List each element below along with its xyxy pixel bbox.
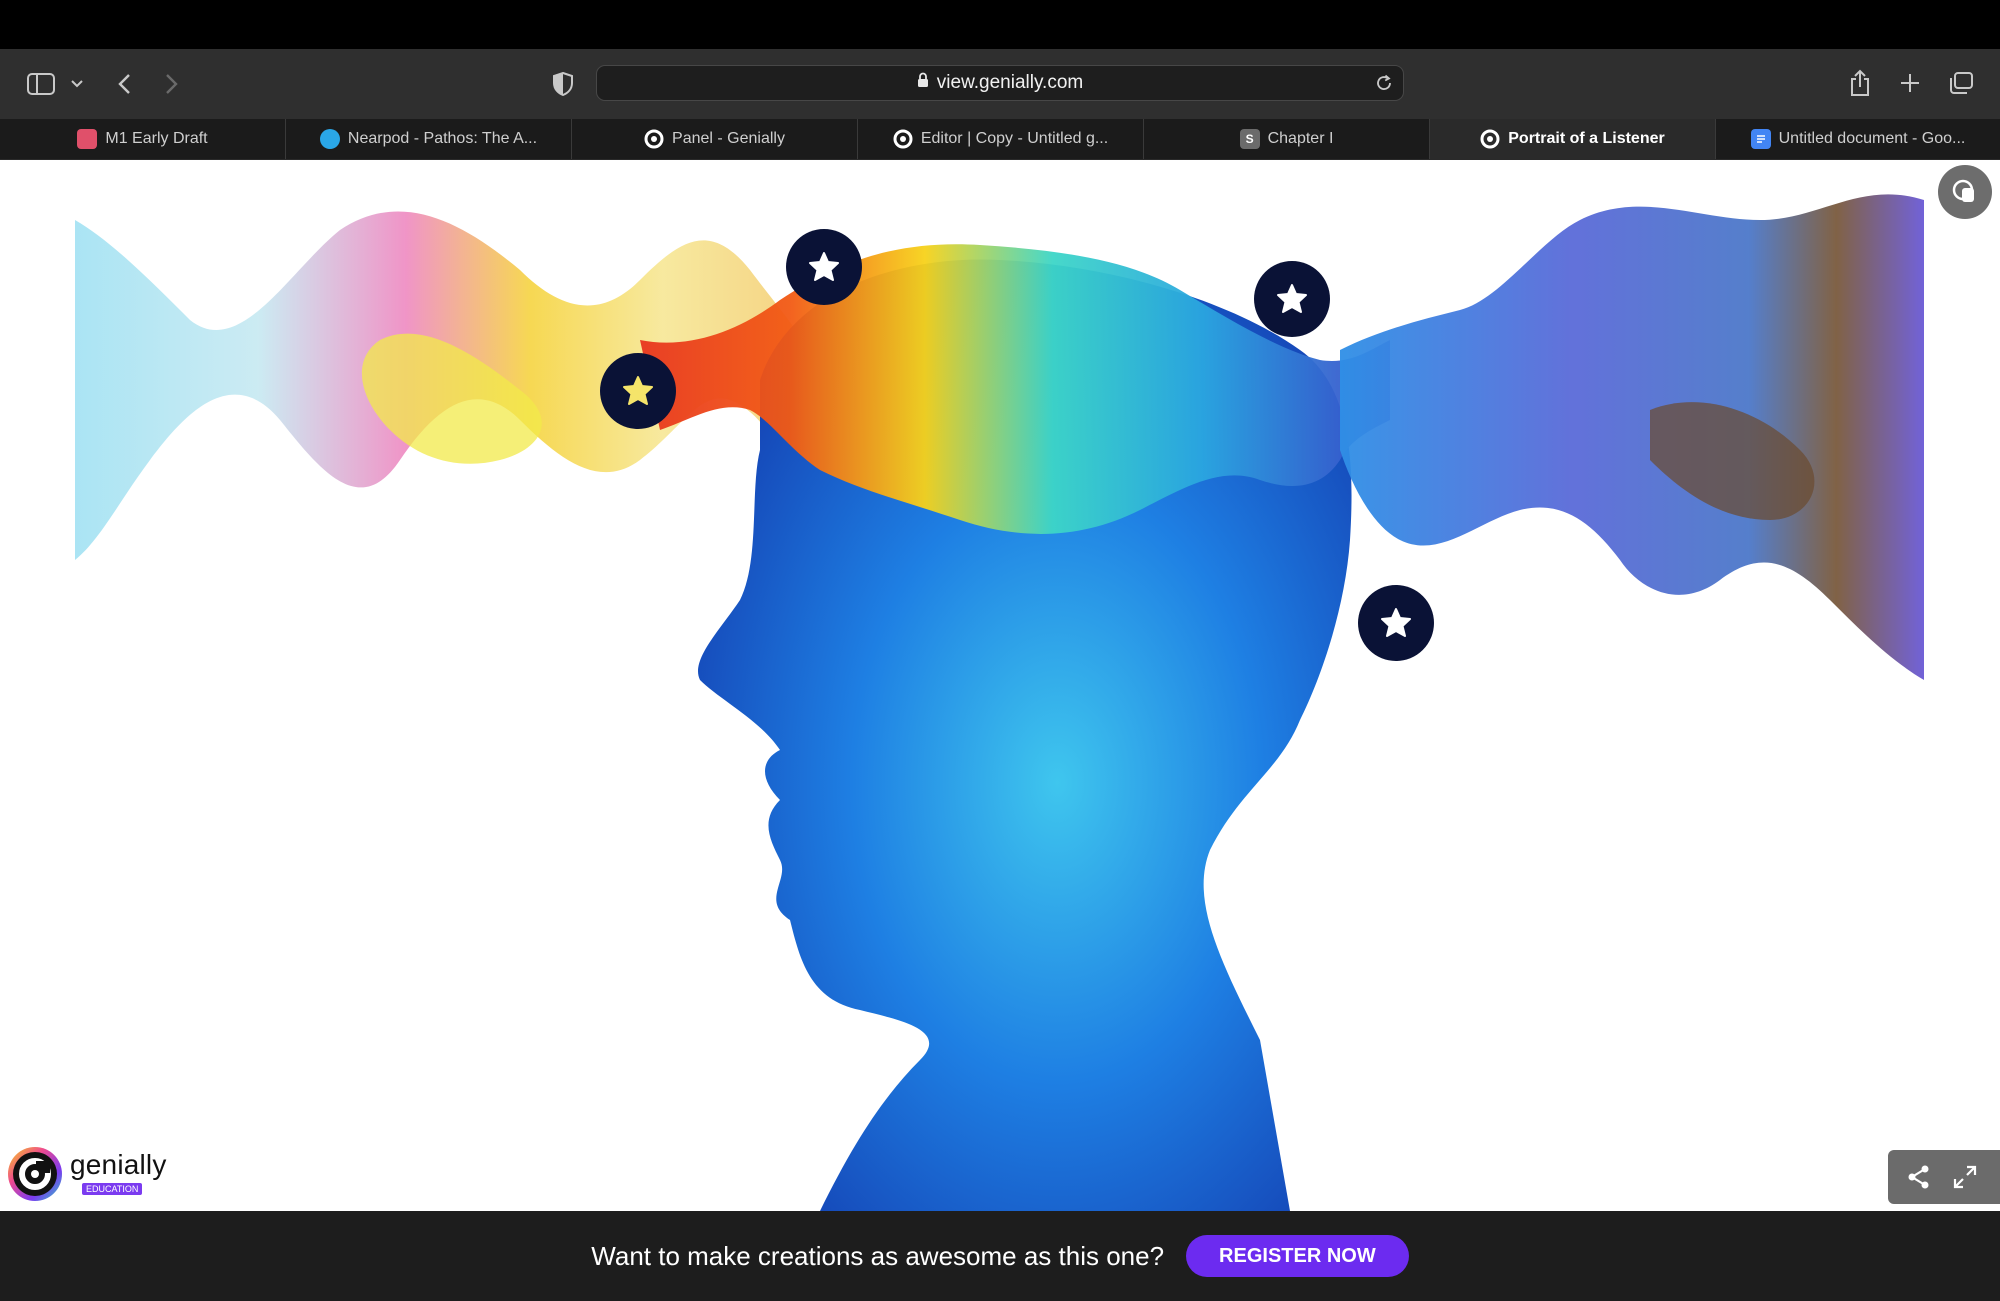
forward-icon[interactable] xyxy=(160,69,184,99)
reload-icon[interactable] xyxy=(1375,74,1393,98)
star-icon xyxy=(1277,284,1307,313)
tab-nearpod[interactable]: Nearpod - Pathos: The A... xyxy=(286,119,572,159)
s-favicon-icon: S xyxy=(1239,129,1260,149)
share-icon[interactable] xyxy=(1906,1164,1932,1190)
presentation-controls xyxy=(1888,1150,2000,1204)
hotspot-star-button[interactable] xyxy=(786,229,862,305)
genially-logo[interactable]: genially EDUCATION xyxy=(6,1145,167,1203)
hotspot-star-button[interactable] xyxy=(1254,261,1330,337)
genially-wordmark: genially xyxy=(70,1149,167,1180)
education-badge: EDUCATION xyxy=(82,1183,143,1195)
draft-favicon-icon xyxy=(77,129,98,149)
address-bar[interactable]: view.genially.com xyxy=(596,65,1404,101)
unlock-button[interactable] xyxy=(1938,165,1992,219)
watercolor-head-illustration xyxy=(75,194,1924,1211)
new-tab-icon[interactable] xyxy=(1896,69,1924,97)
back-icon[interactable] xyxy=(112,69,136,99)
browser-toolbar: view.genially.com xyxy=(0,49,2000,119)
tab-untitled-document[interactable]: Untitled document - Goo... xyxy=(1716,119,2000,159)
hotspot-star-button[interactable] xyxy=(1358,585,1434,661)
hand-pointer-icon xyxy=(1952,179,1974,202)
tab-overview-icon[interactable] xyxy=(1946,69,1976,97)
tab-panel-genially[interactable]: Panel - Genially xyxy=(572,119,858,159)
tab-label: Portrait of a Listener xyxy=(1508,130,1665,147)
tab-m1-early-draft[interactable]: M1 Early Draft xyxy=(0,119,286,159)
lock-icon xyxy=(917,72,929,94)
tab-label: Untitled document - Goo... xyxy=(1778,130,1966,147)
chevron-down-icon[interactable] xyxy=(68,73,86,95)
screen-top-bar xyxy=(0,0,2000,49)
genially-logo-icon xyxy=(8,1147,62,1201)
tab-portrait-of-a-listener[interactable]: Portrait of a Listener xyxy=(1430,119,1716,159)
url-text: view.genially.com xyxy=(936,72,1084,93)
star-icon xyxy=(809,252,839,281)
genially-presentation: genially EDUCATION xyxy=(0,160,2000,1211)
genially-favicon-icon xyxy=(893,129,913,149)
tab-label: Panel - Genially xyxy=(672,130,785,147)
banner-text: Want to make creations as awesome as thi… xyxy=(591,1240,1165,1271)
tab-label: Editor | Copy - Untitled g... xyxy=(920,130,1109,147)
tab-bar: M1 Early Draft Nearpod - Pathos: The A..… xyxy=(0,119,2000,160)
star-icon xyxy=(1381,608,1411,637)
tab-label: Chapter I xyxy=(1267,130,1334,147)
star-icon xyxy=(623,376,653,405)
tab-label: M1 Early Draft xyxy=(105,130,208,147)
tab-chapter-i[interactable]: S Chapter I xyxy=(1144,119,1430,159)
sidebar-toggle-icon[interactable] xyxy=(26,70,56,98)
nearpod-favicon-icon xyxy=(319,129,340,149)
share-icon[interactable] xyxy=(1846,67,1874,99)
tab-label: Nearpod - Pathos: The A... xyxy=(347,130,538,147)
genially-favicon-icon xyxy=(644,129,664,149)
genially-favicon-icon xyxy=(1480,129,1500,149)
hotspot-star-button[interactable] xyxy=(600,353,676,429)
tab-editor-copy[interactable]: Editor | Copy - Untitled g... xyxy=(858,119,1144,159)
google-docs-favicon-icon xyxy=(1750,129,1771,149)
fullscreen-icon[interactable] xyxy=(1952,1164,1978,1190)
register-banner: Want to make creations as awesome as thi… xyxy=(0,1211,2000,1301)
privacy-shield-icon[interactable] xyxy=(550,69,576,99)
register-now-button[interactable]: REGISTER NOW xyxy=(1186,1235,1409,1277)
